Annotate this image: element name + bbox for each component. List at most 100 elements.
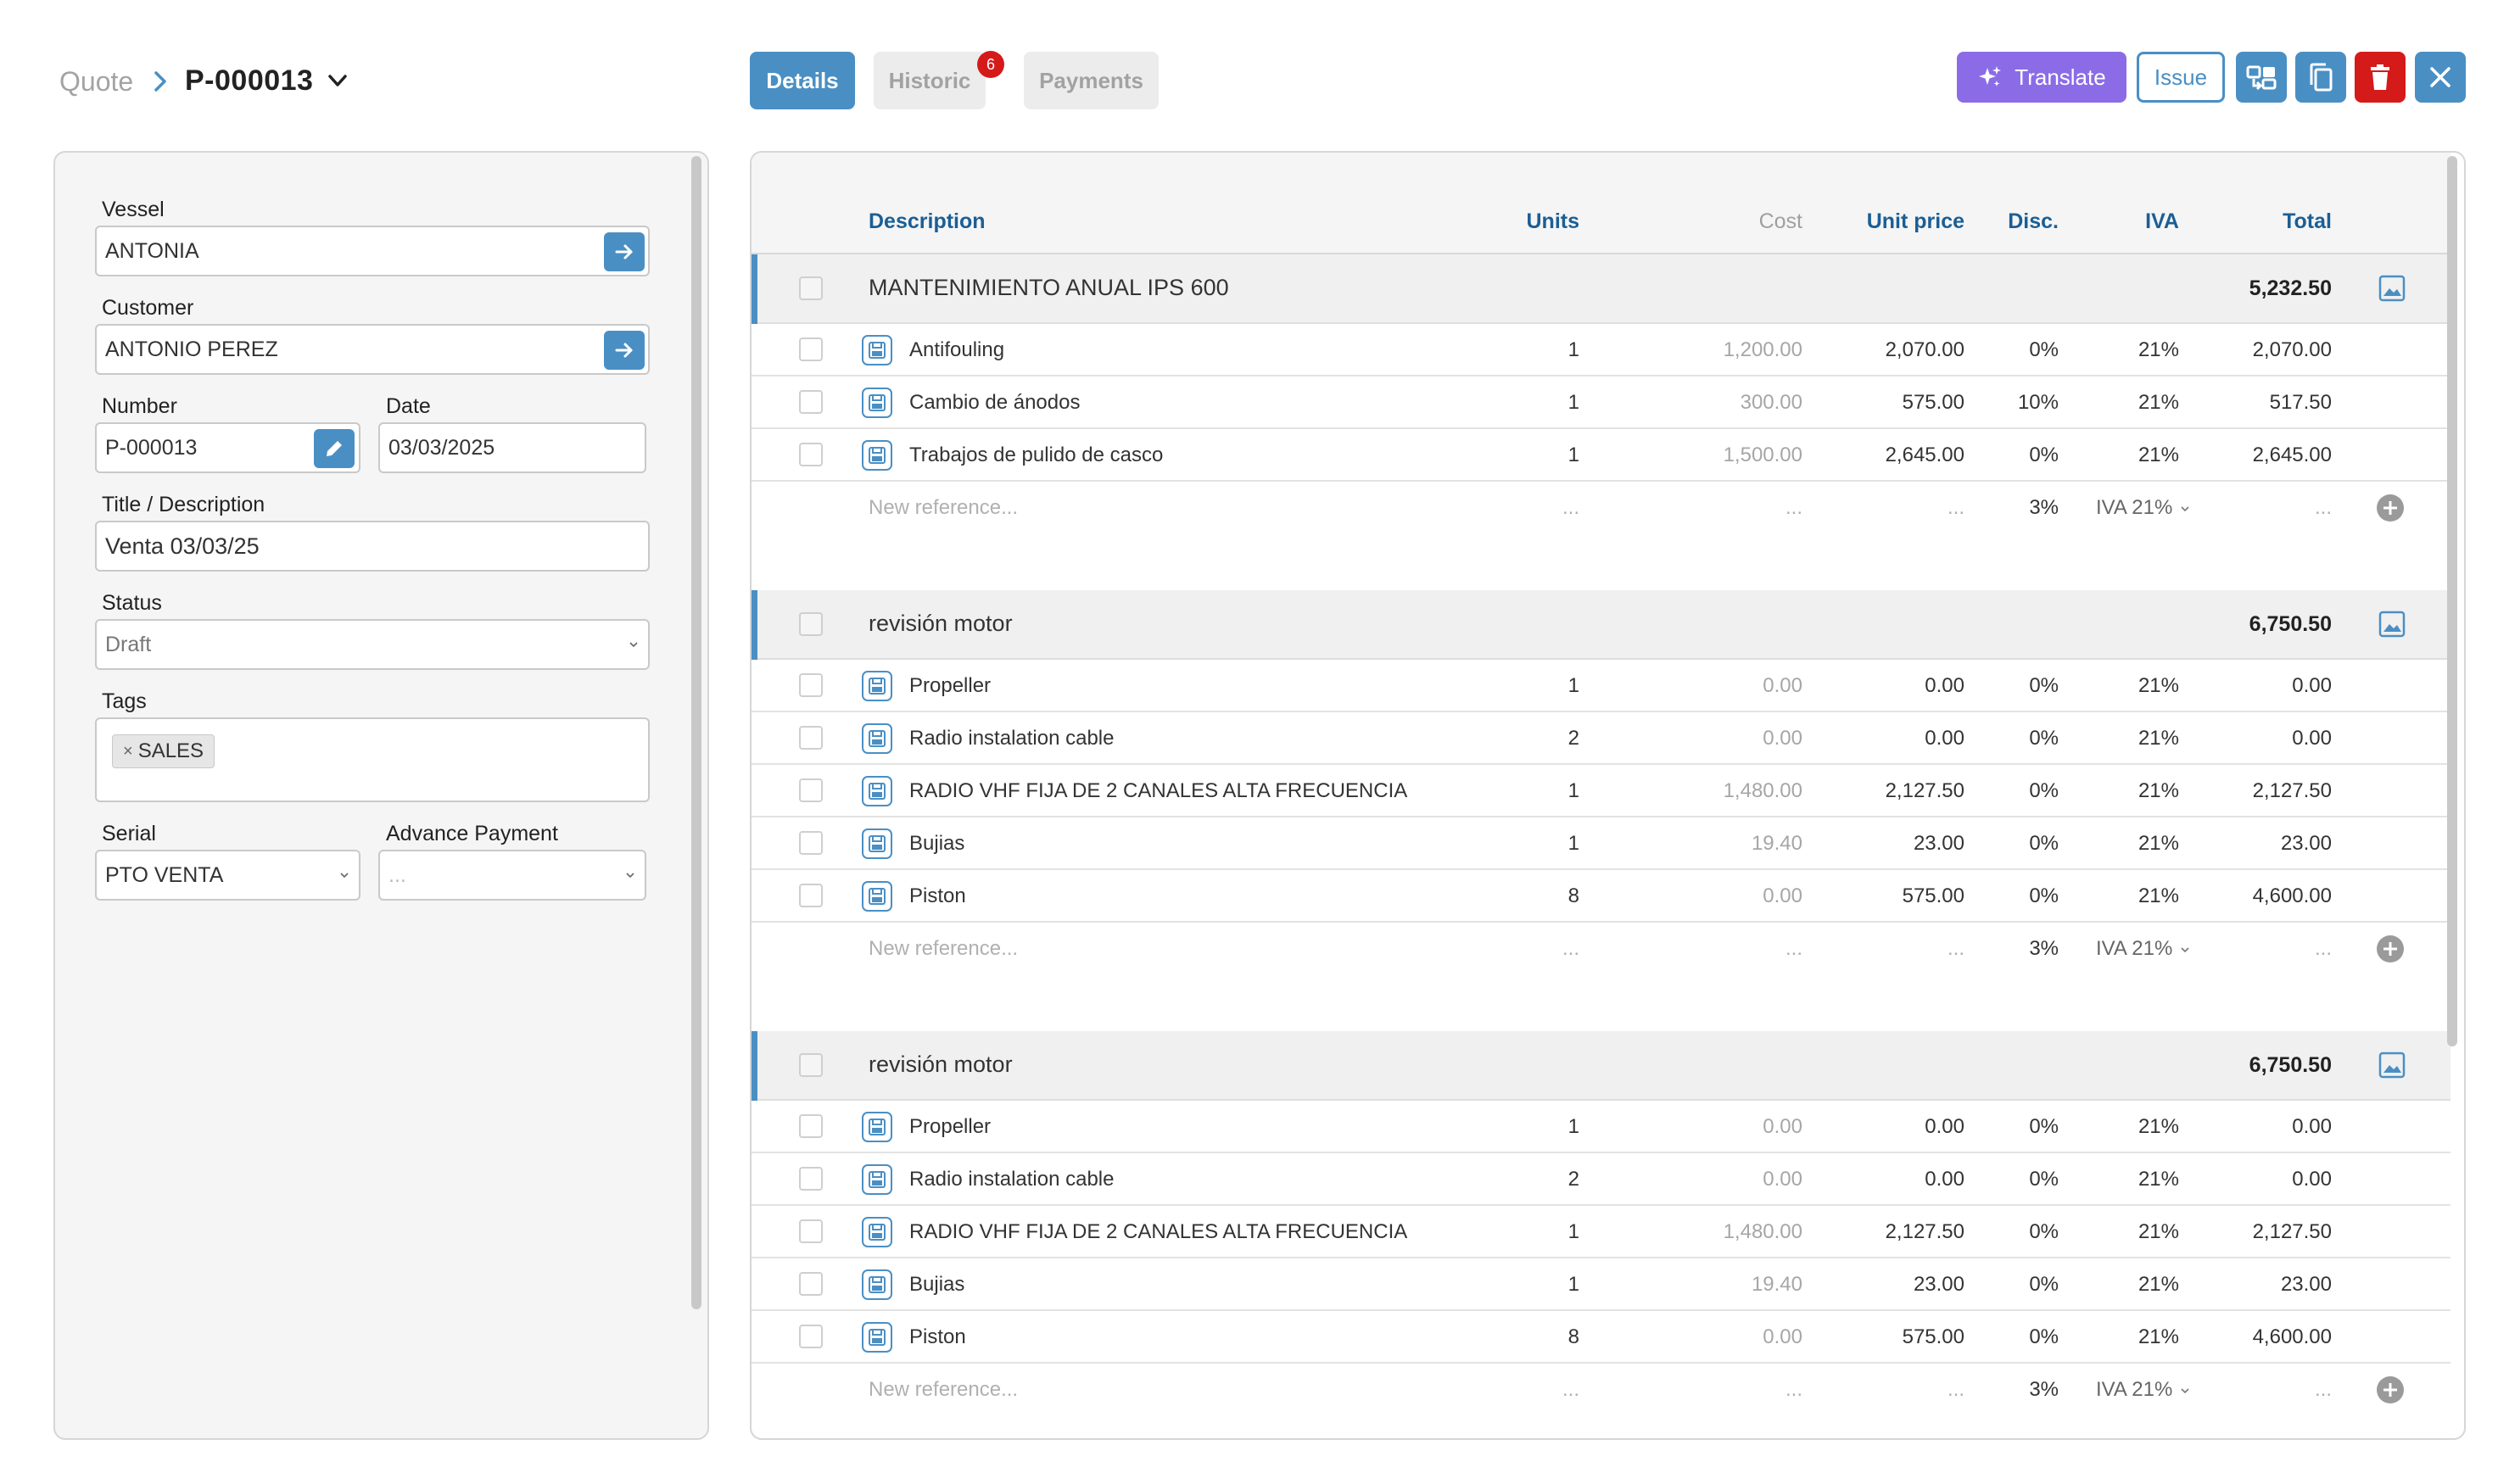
cell-units[interactable]: 1 xyxy=(1568,779,1579,803)
cell-unit-price[interactable]: 575.00 xyxy=(1903,391,1964,415)
delete-button[interactable] xyxy=(2355,52,2406,103)
row-checkbox[interactable] xyxy=(799,1272,823,1296)
group-title[interactable]: revisión motor xyxy=(869,611,1013,637)
cell-cost[interactable]: 0.00 xyxy=(1763,884,1802,908)
cell-units[interactable]: 2 xyxy=(1568,727,1579,750)
cell-disc[interactable]: 0% xyxy=(2029,338,2059,362)
cell-description[interactable]: RADIO VHF FIJA DE 2 CANALES ALTA FRECUEN… xyxy=(909,779,1407,803)
cell-disc[interactable]: 0% xyxy=(2029,832,2059,856)
new-cost-input[interactable]: ... xyxy=(1785,1378,1802,1402)
row-checkbox[interactable] xyxy=(799,831,823,855)
group-checkbox[interactable] xyxy=(799,612,823,636)
product-icon[interactable] xyxy=(862,1217,892,1247)
cell-units[interactable]: 1 xyxy=(1568,1220,1579,1244)
cell-cost[interactable]: 300.00 xyxy=(1741,391,1802,415)
serial-select[interactable]: PTO VENTA xyxy=(95,850,360,901)
cell-units[interactable]: 1 xyxy=(1568,391,1579,415)
row-checkbox[interactable] xyxy=(799,726,823,750)
row-checkbox[interactable] xyxy=(799,1325,823,1348)
group-title[interactable]: revisión motor xyxy=(869,1052,1013,1078)
cell-description[interactable]: Radio instalation cable xyxy=(909,1168,1115,1191)
product-icon[interactable] xyxy=(862,828,892,859)
group-checkbox[interactable] xyxy=(799,1053,823,1077)
image-icon[interactable] xyxy=(2378,275,2406,302)
cell-iva[interactable]: 21% xyxy=(2138,1273,2179,1297)
cell-disc[interactable]: 10% xyxy=(2018,391,2059,415)
cell-unit-price[interactable]: 2,070.00 xyxy=(1886,338,1964,362)
product-icon[interactable] xyxy=(862,776,892,806)
cell-units[interactable]: 1 xyxy=(1568,444,1579,467)
cell-iva[interactable]: 21% xyxy=(2138,1115,2179,1139)
close-button[interactable] xyxy=(2415,52,2466,103)
remove-tag-icon[interactable]: × xyxy=(123,742,133,762)
new-units-input[interactable]: ... xyxy=(1562,496,1579,520)
cell-description[interactable]: Cambio de ánodos xyxy=(909,391,1080,415)
tab-historic[interactable]: Historic xyxy=(874,52,986,109)
cell-iva[interactable]: 21% xyxy=(2138,444,2179,467)
new-iva-select[interactable]: IVA 21% xyxy=(2096,937,2191,961)
cell-units[interactable]: 8 xyxy=(1568,1325,1579,1349)
cell-description[interactable]: Piston xyxy=(909,884,966,908)
advance-payment-select[interactable]: ... xyxy=(378,850,646,901)
duplicate-button[interactable] xyxy=(2295,52,2346,103)
new-units-input[interactable]: ... xyxy=(1562,937,1579,961)
new-iva-select[interactable]: IVA 21% xyxy=(2096,1378,2191,1402)
new-disc-input[interactable]: 3% xyxy=(2029,937,2059,961)
new-iva-select[interactable]: IVA 21% xyxy=(2096,496,2191,520)
product-icon[interactable] xyxy=(862,671,892,701)
cell-cost[interactable]: 0.00 xyxy=(1763,1325,1802,1349)
cell-iva[interactable]: 21% xyxy=(2138,1220,2179,1244)
row-checkbox[interactable] xyxy=(799,1114,823,1138)
cell-description[interactable]: Trabajos de pulido de casco xyxy=(909,444,1163,467)
form-scrollbar[interactable] xyxy=(691,156,701,1309)
new-units-input[interactable]: ... xyxy=(1562,1378,1579,1402)
cell-units[interactable]: 2 xyxy=(1568,1168,1579,1191)
add-line-icon[interactable] xyxy=(2376,494,2405,522)
image-icon[interactable] xyxy=(2378,1052,2406,1079)
number-edit-button[interactable] xyxy=(314,429,355,468)
tab-details[interactable]: Details xyxy=(750,52,855,109)
cell-cost[interactable]: 19.40 xyxy=(1752,832,1802,856)
cell-disc[interactable]: 0% xyxy=(2029,884,2059,908)
add-line-icon[interactable] xyxy=(2376,1375,2405,1404)
new-cost-input[interactable]: ... xyxy=(1785,496,1802,520)
cell-unit-price[interactable]: 2,645.00 xyxy=(1886,444,1964,467)
cell-units[interactable]: 1 xyxy=(1568,674,1579,698)
cell-units[interactable]: 1 xyxy=(1568,832,1579,856)
cell-disc[interactable]: 0% xyxy=(2029,444,2059,467)
cell-description[interactable]: Propeller xyxy=(909,674,991,698)
new-price-input[interactable]: ... xyxy=(1948,496,1964,520)
new-reference-input[interactable]: New reference... xyxy=(869,1378,1018,1402)
new-reference-input[interactable]: New reference... xyxy=(869,937,1018,961)
row-checkbox[interactable] xyxy=(799,884,823,907)
group-checkbox[interactable] xyxy=(799,276,823,300)
cell-unit-price[interactable]: 2,127.50 xyxy=(1886,779,1964,803)
cell-disc[interactable]: 0% xyxy=(2029,1220,2059,1244)
tab-payments[interactable]: Payments xyxy=(1024,52,1159,109)
title-field[interactable]: Venta 03/03/25 xyxy=(95,521,650,572)
cell-units[interactable]: 8 xyxy=(1568,884,1579,908)
new-price-input[interactable]: ... xyxy=(1948,937,1964,961)
cell-disc[interactable]: 0% xyxy=(2029,727,2059,750)
product-icon[interactable] xyxy=(862,881,892,912)
product-icon[interactable] xyxy=(862,388,892,418)
cell-cost[interactable]: 1,200.00 xyxy=(1724,338,1802,362)
cell-description[interactable]: Piston xyxy=(909,1325,966,1349)
chevron-down-icon[interactable] xyxy=(326,70,349,92)
cell-unit-price[interactable]: 2,127.50 xyxy=(1886,1220,1964,1244)
cell-iva[interactable]: 21% xyxy=(2138,884,2179,908)
product-icon[interactable] xyxy=(862,440,892,471)
cell-disc[interactable]: 0% xyxy=(2029,1115,2059,1139)
product-icon[interactable] xyxy=(862,1269,892,1300)
cell-iva[interactable]: 21% xyxy=(2138,779,2179,803)
row-checkbox[interactable] xyxy=(799,390,823,414)
cell-unit-price[interactable]: 0.00 xyxy=(1925,727,1964,750)
cell-unit-price[interactable]: 23.00 xyxy=(1914,832,1964,856)
cell-iva[interactable]: 21% xyxy=(2138,338,2179,362)
cell-description[interactable]: Bujias xyxy=(909,832,964,856)
cell-description[interactable]: Antifouling xyxy=(909,338,1004,362)
cell-cost[interactable]: 1,480.00 xyxy=(1724,779,1802,803)
cell-disc[interactable]: 0% xyxy=(2029,779,2059,803)
vessel-open-button[interactable] xyxy=(604,232,645,271)
cell-disc[interactable]: 0% xyxy=(2029,1168,2059,1191)
